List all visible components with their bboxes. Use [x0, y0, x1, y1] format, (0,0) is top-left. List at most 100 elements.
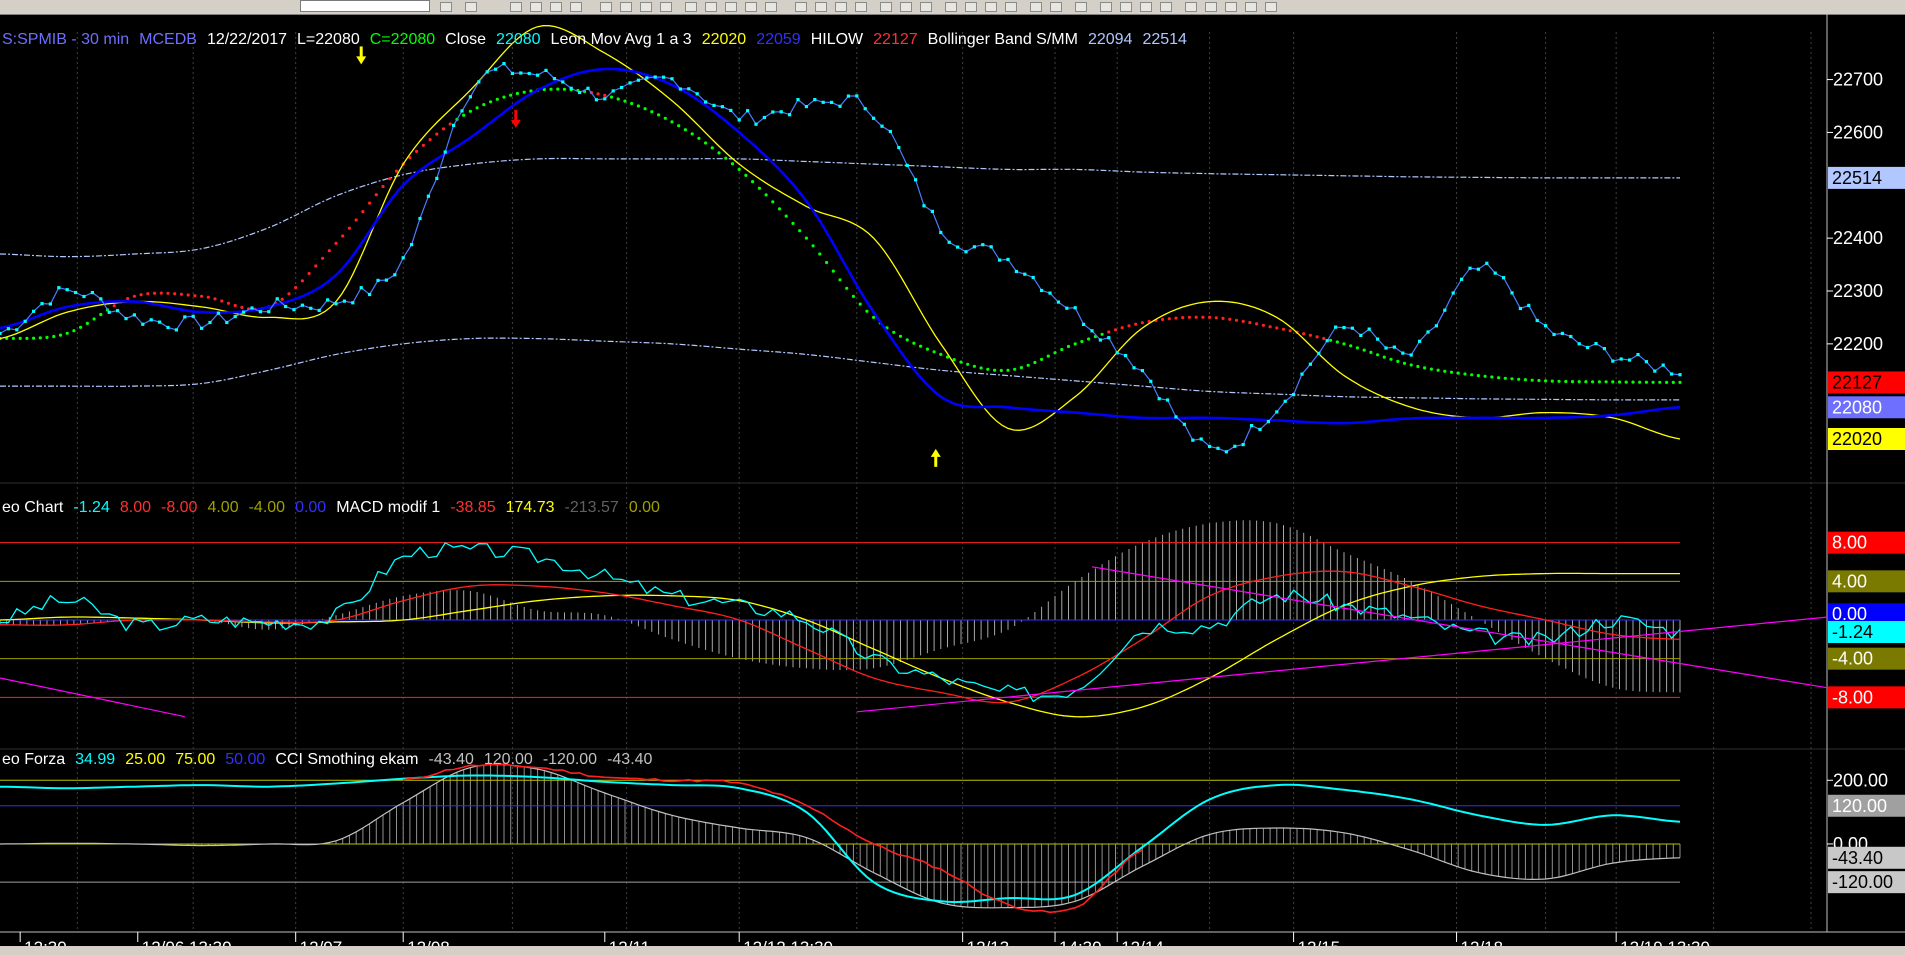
tool-button[interactable]	[1265, 2, 1277, 12]
tool-button[interactable]	[620, 2, 632, 12]
tool-button[interactable]	[570, 2, 582, 12]
tool-button[interactable]	[1225, 2, 1237, 12]
axis-value-label: -8.00	[1832, 687, 1873, 707]
draw-tool-button[interactable]	[440, 2, 452, 12]
hilow-dot	[421, 143, 425, 147]
hilow-dot	[690, 132, 694, 136]
close-point	[158, 320, 162, 324]
tool-button[interactable]	[550, 2, 562, 12]
close-point	[510, 71, 514, 75]
tool-button[interactable]	[1160, 2, 1172, 12]
symbol-dropdown[interactable]	[300, 0, 430, 12]
hilow-dot	[972, 364, 977, 368]
hilow-dot	[132, 294, 136, 298]
close-point	[443, 150, 447, 154]
hilow-dot	[495, 97, 499, 101]
close-point	[1653, 369, 1657, 373]
hilow-dot	[1053, 351, 1057, 355]
close-point	[74, 290, 78, 295]
tool-button[interactable]	[530, 2, 542, 12]
close-point	[485, 70, 489, 74]
close-point	[1493, 271, 1497, 275]
close-point	[628, 81, 632, 85]
hilow-dot	[744, 173, 748, 177]
tool-button[interactable]	[985, 2, 997, 12]
close-point	[1434, 324, 1438, 328]
close-point	[1569, 334, 1573, 339]
tool-button[interactable]	[1205, 2, 1217, 12]
chart-canvas[interactable]: S:SPMIB - 30 min MCEDB 12/22/2017 L=22080 C=…	[0, 14, 1905, 955]
hilow-dot	[1577, 380, 1581, 384]
tool-button[interactable]	[1050, 2, 1062, 12]
close-point	[788, 113, 792, 117]
hilow-dot	[1342, 342, 1346, 346]
close-point	[351, 301, 355, 305]
tool-button[interactable]	[920, 2, 932, 12]
close-point	[200, 326, 204, 330]
hilow-dot	[415, 149, 419, 153]
tool-button[interactable]	[815, 2, 827, 12]
tool-button[interactable]	[1245, 2, 1257, 12]
tool-button[interactable]	[1185, 2, 1197, 12]
tool-button[interactable]	[795, 2, 807, 12]
hilow-dot	[630, 101, 634, 106]
tool-button[interactable]	[510, 2, 522, 12]
close-point	[334, 302, 338, 306]
tool-button[interactable]	[1100, 2, 1112, 12]
hilow-dot	[1006, 368, 1010, 372]
hilow-dot	[374, 193, 378, 197]
hilow-dot	[1161, 317, 1165, 322]
hilow-dot	[1066, 344, 1071, 349]
tool-button[interactable]	[945, 2, 957, 12]
close-point	[611, 89, 615, 93]
hilow-dot	[818, 252, 822, 256]
tool-button[interactable]	[1140, 2, 1152, 12]
tool-button[interactable]	[1030, 2, 1042, 12]
hilow-dot	[1611, 380, 1615, 384]
close-point	[1082, 322, 1086, 326]
tool-button[interactable]	[600, 2, 612, 12]
hilow-dot	[1402, 361, 1407, 365]
hilow-dot	[388, 177, 392, 181]
close-point	[779, 110, 783, 114]
tool-button[interactable]	[965, 2, 977, 12]
hilow-dot	[173, 292, 177, 296]
close-point	[1174, 415, 1178, 419]
hilow-dot	[1429, 367, 1433, 371]
hilow-dot	[1523, 378, 1527, 382]
tool-button[interactable]	[705, 2, 717, 12]
tool-button[interactable]	[685, 2, 697, 12]
hilow-dot	[1127, 324, 1131, 328]
close-point	[846, 94, 850, 98]
tool-button[interactable]	[855, 2, 867, 12]
header-value: -4.00	[249, 499, 286, 516]
hilow-dot	[368, 201, 372, 205]
tool-button[interactable]	[725, 2, 737, 12]
tool-button[interactable]	[765, 2, 777, 12]
cci-panel-header: eo Forza 34.99 25.00 75.00 50.00 CCI Smothing…	[2, 751, 653, 768]
hilow-dot	[1208, 315, 1212, 319]
tool-button[interactable]	[835, 2, 847, 12]
close-point	[771, 110, 775, 114]
price-tick-label: 22200	[1833, 334, 1883, 354]
hilow-dot	[1376, 353, 1380, 357]
tool-button[interactable]	[1120, 2, 1132, 12]
tool-button[interactable]	[1005, 2, 1017, 12]
tool-button[interactable]	[1075, 2, 1087, 12]
cursor-tool-button[interactable]	[465, 2, 477, 12]
hilow-dot	[771, 200, 775, 204]
hilow-dot	[1349, 344, 1353, 348]
tool-button[interactable]	[640, 2, 652, 12]
hilow-dot	[1322, 336, 1326, 341]
hilow-dot	[1060, 347, 1064, 352]
tool-button[interactable]	[745, 2, 757, 12]
hilow-dot	[11, 336, 15, 340]
header-value: MCEDB	[139, 31, 197, 48]
hilow-dot	[1597, 380, 1601, 384]
tool-button[interactable]	[880, 2, 892, 12]
tool-button[interactable]	[900, 2, 912, 12]
hilow-dot	[1369, 350, 1373, 354]
close-point	[494, 67, 498, 71]
leon-forza-line	[0, 774, 1681, 904]
tool-button[interactable]	[660, 2, 672, 12]
